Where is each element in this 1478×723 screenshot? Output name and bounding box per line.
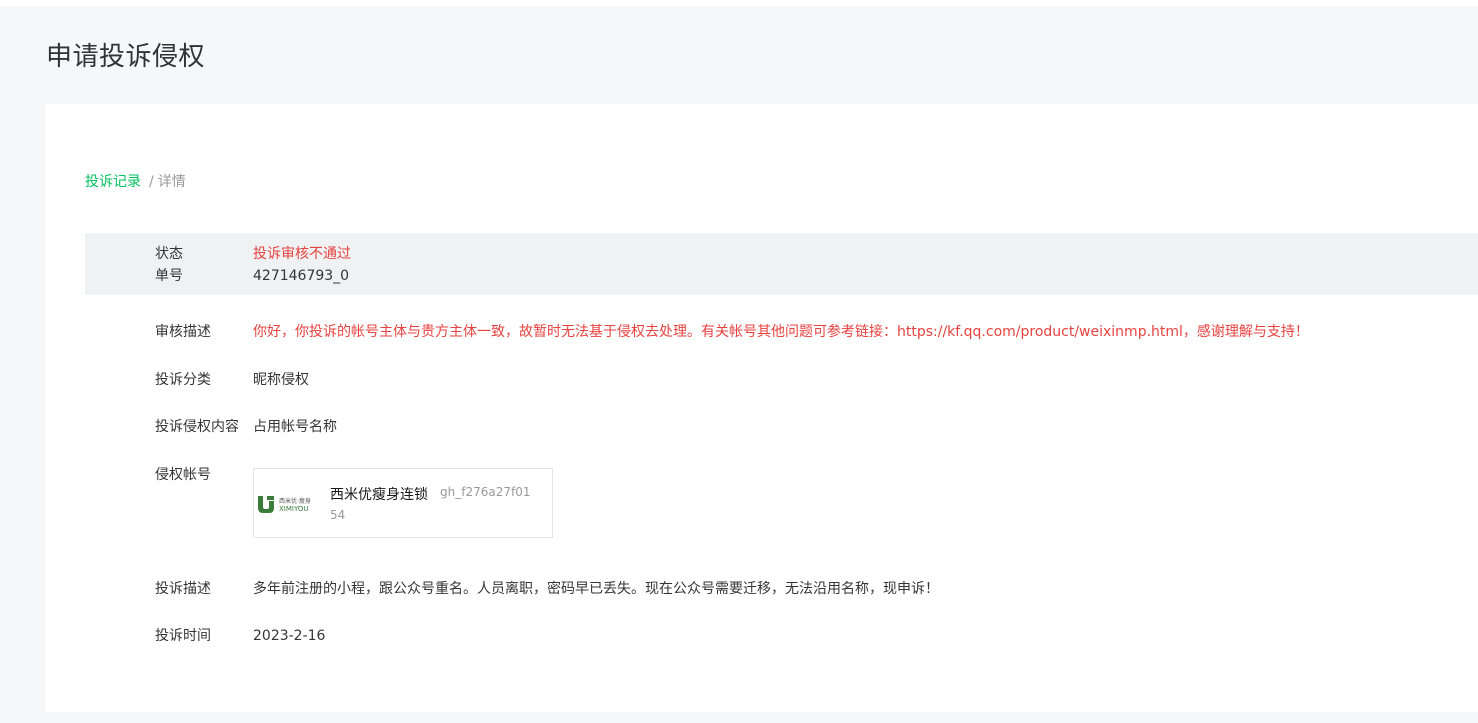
logo-text-en: XIMIYOU [279,505,309,513]
infringing-account-card[interactable]: 西米优·瘦身 XIMIYOU 西米优瘦身连锁 gh_f276a27f01 54 [253,468,553,538]
review-value: 你好，你投诉的帐号主体与贵方主体一致，故暂时无法基于侵权去处理。有关帐号其他问题… [253,324,1309,340]
description-value: 多年前注册的小程，跟公众号重名。人员离职，密码早已丢失。现在公众号需要迁移，无法… [253,581,939,597]
time-value: 2023-2-16 [253,628,326,644]
status-label: 状态 [155,246,183,262]
number-label: 单号 [155,268,183,284]
status-value: 投诉审核不通过 [253,246,351,262]
account-label: 侵权帐号 [155,467,211,483]
account-name: 西米优瘦身连锁 [330,487,428,503]
breadcrumb-current: 详情 [157,174,186,190]
page-title: 申请投诉侵权 [46,42,206,72]
content-label: 投诉侵权内容 [155,419,239,435]
breadcrumb-separator: / [149,174,154,190]
time-label: 投诉时间 [155,628,211,644]
logo-text-cn: 西米优·瘦身 [279,497,311,505]
description-label: 投诉描述 [155,581,211,597]
category-value: 昵称侵权 [253,372,309,388]
account-id-line2: 54 [330,508,346,522]
ximiyou-logo-icon: 西米优·瘦身 XIMIYOU [258,496,311,513]
status-panel: 状态 投诉审核不通过 单号 427146793_0 [85,233,1478,295]
breadcrumb: 投诉记录 / 详情 [85,173,186,191]
breadcrumb-link-complaint-records[interactable]: 投诉记录 [85,174,141,190]
detail-card: 投诉记录 / 详情 状态 投诉审核不通过 单号 427146793_0 审核描述 你… [45,104,1478,712]
number-value: 427146793_0 [253,268,350,284]
review-label: 审核描述 [155,324,211,340]
content-value: 占用帐号名称 [253,419,337,435]
account-id-line1: gh_f276a27f01 [440,485,531,499]
category-label: 投诉分类 [155,372,211,388]
